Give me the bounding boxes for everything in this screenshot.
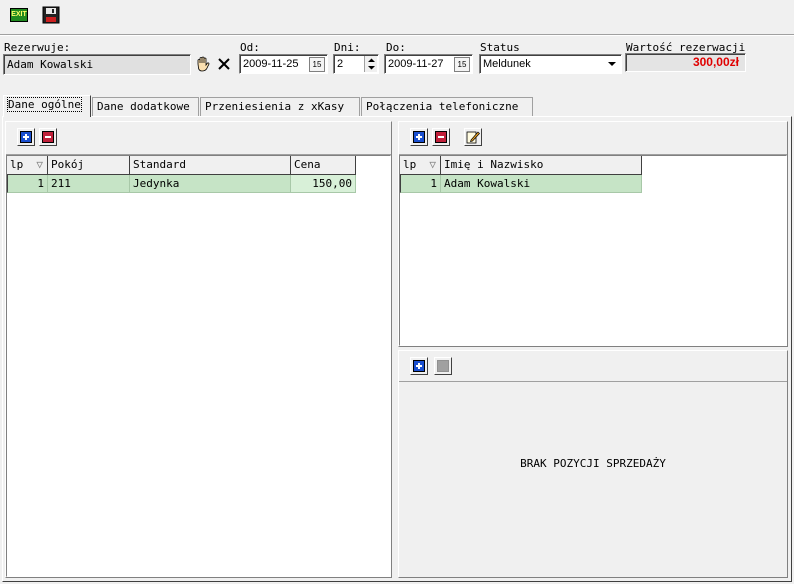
remove-room-button[interactable]: [39, 128, 57, 146]
header-label: lp: [10, 158, 24, 171]
rooms-toolbar: [6, 122, 391, 155]
days-value: 2: [337, 58, 344, 70]
minus-icon: [42, 131, 54, 143]
clear-icon[interactable]: [215, 55, 233, 73]
edit-guest-button[interactable]: [464, 128, 482, 146]
days-label: Dni:: [334, 41, 361, 54]
add-sale-button[interactable]: [410, 357, 428, 375]
exit-button[interactable]: EXIT: [8, 4, 30, 26]
table-row-standard[interactable]: Jedynka: [130, 175, 291, 193]
stepper-arrows-icon[interactable]: [364, 56, 377, 72]
from-date-value: 2009-11-25: [243, 58, 299, 70]
tab-additional-label: Dane dodatkowe: [97, 100, 190, 113]
reserving-field[interactable]: Adam Kowalski: [3, 54, 191, 75]
calendar-icon[interactable]: 15: [454, 57, 470, 72]
add-guest-button[interactable]: [410, 128, 428, 146]
remove-guest-button[interactable]: [432, 128, 450, 146]
save-button[interactable]: [40, 4, 62, 26]
header-label: Pokój: [51, 158, 85, 171]
table-row-price[interactable]: 150,00: [291, 175, 356, 193]
disabled-sale-button: [434, 357, 452, 375]
hand-icon[interactable]: [194, 55, 212, 73]
sort-icon: ▽: [36, 158, 43, 171]
rooms-table: lp ▽ Pokój Standard Cena 1 211 Jedynka 15…: [6, 155, 391, 577]
guests-panel: lp ▽ Imię i Nazwisko 1 Adam Kowalski: [398, 121, 788, 347]
status-label: Status: [480, 41, 520, 54]
table-row-room[interactable]: 211: [48, 175, 130, 193]
rooms-header-standard[interactable]: Standard: [130, 156, 291, 175]
guests-table: lp ▽ Imię i Nazwisko 1 Adam Kowalski: [399, 155, 787, 346]
header-label: lp: [403, 158, 417, 171]
reserving-value: Adam Kowalski: [7, 58, 94, 71]
reserving-label: Rezerwuje:: [4, 41, 71, 54]
tab-xkasa-transfers[interactable]: Przeniesienia z xKasy: [200, 97, 360, 116]
table-row-lp[interactable]: 1: [400, 175, 441, 193]
from-date-field[interactable]: 2009-11-25 15: [239, 54, 328, 74]
tab-phone-calls-label: Połączenia telefoniczne: [366, 100, 519, 113]
plus-icon: [20, 131, 32, 143]
minus-icon: [435, 131, 447, 143]
sales-toolbar: [399, 351, 787, 382]
sales-empty-message: BRAK POZYCJI SPRZEDAŻY: [520, 457, 666, 470]
floppy-icon: [42, 6, 60, 24]
days-stepper[interactable]: 2: [333, 54, 379, 74]
disabled-icon: [437, 360, 449, 372]
tab-xkasa-transfers-label: Przeniesienia z xKasy: [205, 100, 345, 113]
status-select[interactable]: Meldunek: [479, 54, 622, 74]
table-row-lp[interactable]: 1: [7, 175, 48, 193]
value-field: 300,00zł: [625, 53, 746, 72]
tab-additional[interactable]: Dane dodatkowe: [92, 97, 199, 116]
table-row-name[interactable]: Adam Kowalski: [441, 175, 642, 193]
from-label: Od:: [240, 41, 260, 54]
value-amount: 300,00zł: [692, 55, 739, 69]
tab-phone-calls[interactable]: Połączenia telefoniczne: [361, 97, 533, 116]
tab-general-label: Dane ogólne: [7, 97, 82, 112]
guests-header-name[interactable]: Imię i Nazwisko: [441, 156, 642, 175]
tab-general[interactable]: Dane ogólne: [3, 95, 91, 117]
rooms-header-room[interactable]: Pokój: [48, 156, 130, 175]
plus-icon: [413, 131, 425, 143]
toolbar-divider: [0, 34, 794, 36]
rooms-panel: lp ▽ Pokój Standard Cena 1 211 Jedynka 15…: [5, 121, 392, 578]
rooms-header-lp[interactable]: lp ▽: [7, 156, 48, 175]
guests-header-lp[interactable]: lp ▽: [400, 156, 441, 175]
guests-toolbar: [399, 122, 787, 155]
calendar-icon[interactable]: 15: [309, 57, 325, 72]
to-label: Do:: [386, 41, 406, 54]
add-room-button[interactable]: [17, 128, 35, 146]
header-label: Standard: [133, 158, 186, 171]
header-label: Cena: [294, 158, 321, 171]
edit-icon: [466, 131, 480, 144]
header-label: Imię i Nazwisko: [444, 158, 544, 171]
chevron-down-icon[interactable]: [604, 56, 620, 72]
exit-icon: EXIT: [10, 8, 28, 22]
status-value: Meldunek: [483, 58, 531, 70]
plus-icon: [413, 360, 425, 372]
sales-panel: BRAK POZYCJI SPRZEDAŻY: [398, 350, 788, 578]
to-date-field[interactable]: 2009-11-27 15: [384, 54, 473, 74]
rooms-header-price[interactable]: Cena: [291, 156, 356, 175]
to-date-value: 2009-11-27: [388, 58, 444, 70]
sort-icon: ▽: [429, 158, 436, 171]
